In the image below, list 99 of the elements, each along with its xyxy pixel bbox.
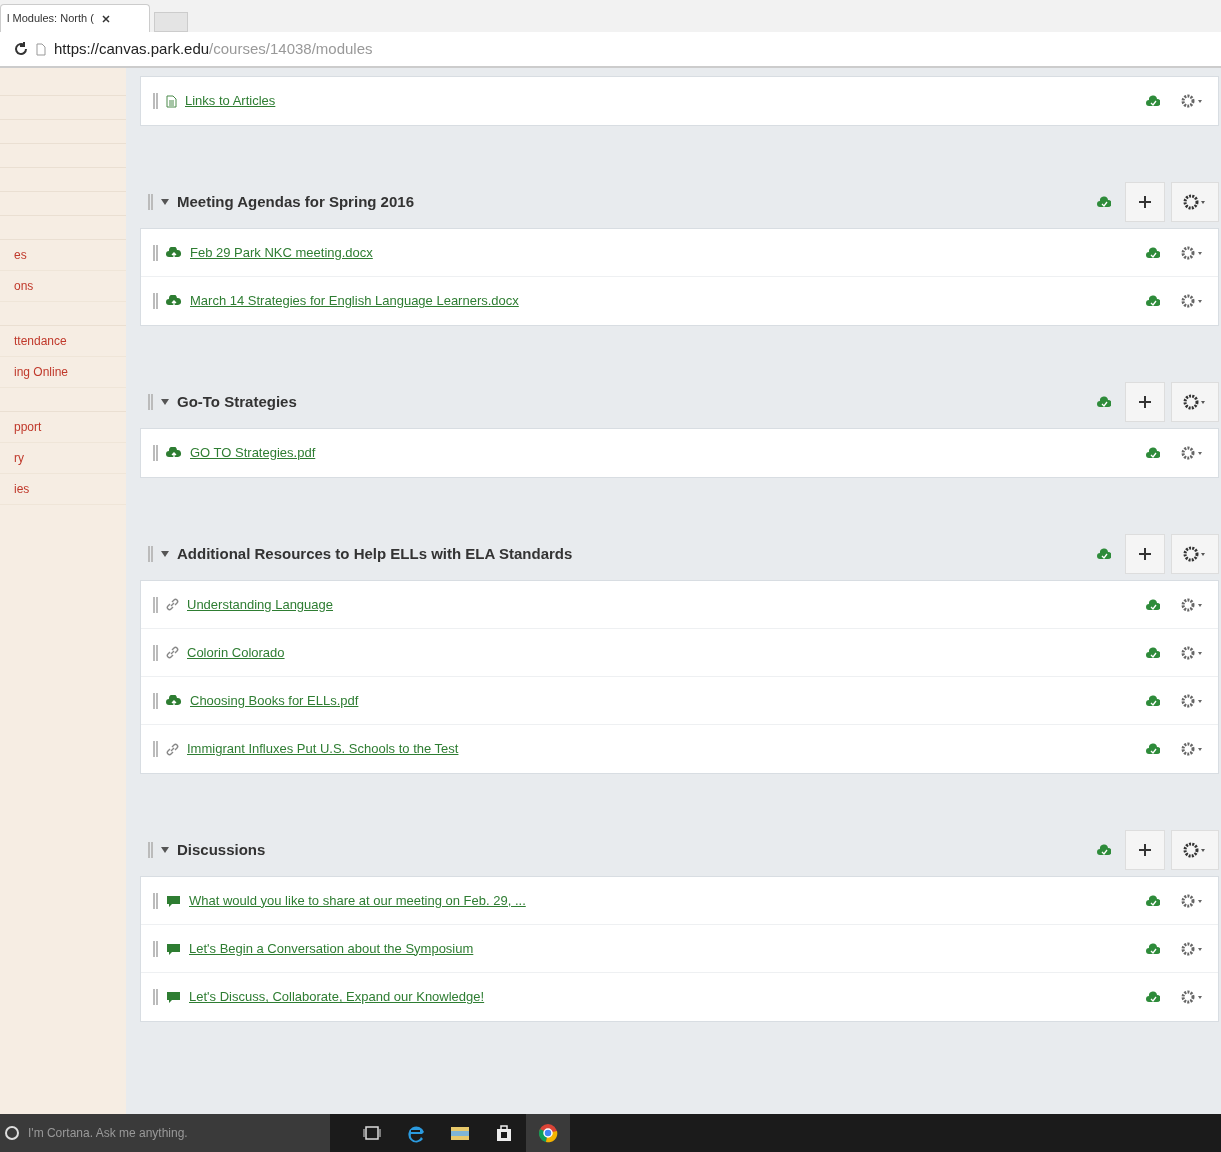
module-item-link[interactable]: Choosing Books for ELLs.pdf <box>190 690 359 711</box>
module-settings-button[interactable] <box>1171 182 1219 222</box>
settings-icon[interactable] <box>1180 293 1204 309</box>
published-cloud-icon[interactable] <box>1146 598 1160 611</box>
settings-icon[interactable] <box>1180 445 1204 461</box>
drag-handle[interactable] <box>148 546 153 562</box>
page-icon <box>36 42 46 56</box>
collapse-caret-icon[interactable] <box>161 399 169 405</box>
drag-handle[interactable] <box>153 445 158 461</box>
published-cloud-icon[interactable] <box>1146 894 1160 907</box>
published-cloud-icon[interactable] <box>1097 844 1111 856</box>
published-cloud-icon[interactable] <box>1146 743 1160 755</box>
close-icon[interactable] <box>101 14 110 23</box>
settings-icon[interactable] <box>1180 741 1204 757</box>
speech-bubble-icon <box>166 991 181 1003</box>
cloud-icon <box>166 694 182 707</box>
module-title: Go-To Strategies <box>177 391 297 412</box>
plus-icon <box>1139 396 1151 408</box>
plus-icon <box>1139 548 1151 560</box>
drag-handle[interactable] <box>153 989 158 1005</box>
drag-handle[interactable] <box>153 692 158 709</box>
drag-handle[interactable] <box>148 394 153 410</box>
published-cloud-icon[interactable] <box>1146 95 1160 107</box>
store-bag-icon[interactable] <box>495 1124 513 1142</box>
link-icon <box>166 742 179 756</box>
published-cloud-icon[interactable] <box>1097 196 1111 208</box>
module-title: Discussions <box>177 839 266 860</box>
cloud-icon <box>166 246 182 259</box>
module-item-link[interactable]: Understanding Language <box>187 594 333 615</box>
task-view-icon[interactable] <box>363 1126 381 1140</box>
drag-handle[interactable] <box>153 644 158 661</box>
module-item-link[interactable]: What would you like to share at our meeting on Feb. 29, ... <box>189 890 526 911</box>
browser-e-icon[interactable] <box>406 1123 426 1143</box>
add-item-button[interactable] <box>1125 830 1165 870</box>
add-item-button[interactable] <box>1125 534 1165 574</box>
add-item-button[interactable] <box>1125 382 1165 422</box>
module-item-link[interactable]: Immigrant Influxes Put U.S. Schools to the Test <box>187 739 459 759</box>
published-cloud-icon[interactable] <box>1146 991 1160 1003</box>
cloud-icon <box>166 295 182 307</box>
link-icon <box>166 598 179 611</box>
published-cloud-icon[interactable] <box>1097 396 1111 408</box>
drag-handle[interactable] <box>153 892 158 909</box>
module-item-link[interactable]: Let's Discuss, Collaborate, Expand our Knowledge! <box>189 987 485 1007</box>
settings-icon <box>1183 546 1207 562</box>
settings-icon <box>1183 194 1207 210</box>
url-text[interactable]: https://canvas.park.edu/courses/14038/modules <box>54 37 373 61</box>
module-title: Meeting Agendas for Spring 2016 <box>177 191 414 212</box>
collapse-caret-icon[interactable] <box>161 199 169 205</box>
cloud-icon <box>166 447 182 459</box>
drag-handle[interactable] <box>153 293 158 309</box>
drag-handle[interactable] <box>148 194 153 210</box>
settings-icon[interactable] <box>1180 940 1204 957</box>
drag-handle[interactable] <box>153 940 158 957</box>
link-icon <box>166 646 179 659</box>
module-item-link[interactable]: Feb 29 Park NKC meeting.docx <box>190 242 373 263</box>
published-cloud-icon[interactable] <box>1146 295 1160 307</box>
published-cloud-icon[interactable] <box>1146 246 1160 259</box>
module-settings-button[interactable] <box>1171 830 1219 870</box>
chrome-icon[interactable] <box>538 1123 558 1143</box>
published-cloud-icon[interactable] <box>1097 548 1111 560</box>
published-cloud-icon[interactable] <box>1146 942 1160 955</box>
add-item-button[interactable] <box>1125 182 1165 222</box>
settings-icon <box>1183 842 1207 858</box>
collapse-caret-icon[interactable] <box>161 551 169 557</box>
collapse-caret-icon[interactable] <box>161 847 169 853</box>
drag-handle[interactable] <box>148 842 153 858</box>
settings-icon[interactable] <box>1180 892 1204 909</box>
reload-icon[interactable] <box>14 42 28 56</box>
settings-icon[interactable] <box>1180 692 1204 709</box>
search-field[interactable]: I'm Cortana. Ask me anything. <box>0 1114 330 1152</box>
settings-icon[interactable] <box>1180 644 1204 661</box>
published-cloud-icon[interactable] <box>1146 694 1160 707</box>
published-cloud-icon[interactable] <box>1146 646 1160 659</box>
drag-handle[interactable] <box>153 93 158 109</box>
plus-icon <box>1139 196 1151 208</box>
browser-tab[interactable]: l Modules: North ( <box>0 4 150 32</box>
document-icon <box>166 94 177 108</box>
settings-icon[interactable] <box>1180 244 1204 261</box>
drag-handle[interactable] <box>153 741 158 757</box>
settings-icon[interactable] <box>1180 989 1204 1005</box>
module-item-link[interactable]: Colorin Colorado <box>187 642 285 663</box>
drag-handle[interactable] <box>153 244 158 261</box>
module-item-link[interactable]: Links to Articles <box>185 91 276 111</box>
drag-handle[interactable] <box>153 596 158 613</box>
settings-icon[interactable] <box>1180 93 1204 109</box>
cortana-icon <box>4 1125 20 1141</box>
settings-icon[interactable] <box>1180 596 1204 613</box>
published-cloud-icon[interactable] <box>1146 447 1160 459</box>
folder-icon[interactable] <box>450 1125 470 1141</box>
module-item-link[interactable]: March 14 Strategies for English Language Learners.docx <box>190 291 519 311</box>
module-item-link[interactable]: GO TO Strategies.pdf <box>190 443 316 463</box>
speech-bubble-icon <box>166 894 181 907</box>
plus-icon <box>1139 844 1151 856</box>
module-settings-button[interactable] <box>1171 382 1219 422</box>
speech-bubble-icon <box>166 942 181 955</box>
module-settings-button[interactable] <box>1171 534 1219 574</box>
module-item-link[interactable]: Let's Begin a Conversation about the Symposium <box>189 938 474 959</box>
module-title: Additional Resources to Help ELLs with ELA Standards <box>177 543 573 564</box>
settings-icon <box>1183 394 1207 410</box>
